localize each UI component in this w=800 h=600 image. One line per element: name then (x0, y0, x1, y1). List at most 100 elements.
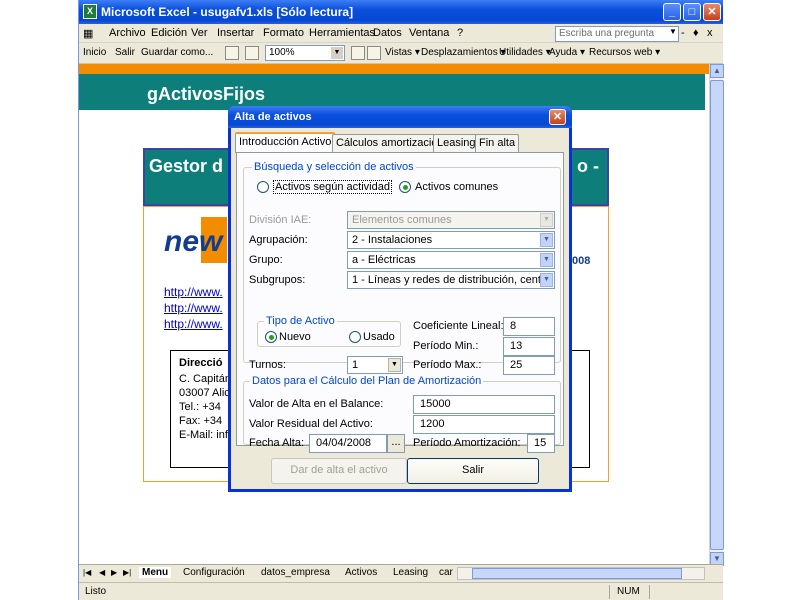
ask-question-input[interactable]: Escriba una pregunta (555, 26, 679, 42)
excel-app-icon[interactable]: X (83, 4, 97, 19)
date-picker-button[interactable]: ... (387, 434, 405, 453)
subgrupos-value: 1 - Líneas y redes de distribución, cent… (352, 274, 545, 286)
sheet-tab-activos[interactable]: Activos (345, 567, 377, 578)
toolbar-ayuda[interactable]: Ayuda ▾ (549, 47, 585, 58)
status-separator (609, 585, 610, 599)
menu-herramientas[interactable]: Herramientas (309, 27, 375, 39)
next-sheet-icon[interactable]: ▶ (111, 568, 117, 577)
grupo-value: a - Eléctricas (352, 254, 416, 266)
scroll-thumb[interactable] (472, 568, 682, 579)
copy-icon[interactable] (225, 46, 239, 60)
web-link[interactable]: http://www. (164, 285, 223, 299)
radio-activos-actividad[interactable] (257, 181, 269, 193)
radio-nuevo[interactable] (265, 331, 277, 343)
tab-introduccion-activo[interactable]: Introducción Activo (235, 132, 336, 153)
salir-button[interactable]: Salir (407, 458, 539, 484)
toolbar-utilidades[interactable]: Utilidades ▾ (499, 47, 551, 58)
menu-edicion[interactable]: Edición (151, 27, 187, 39)
sheet-tab-leasing[interactable]: Leasing (393, 567, 428, 578)
periodo-max-input[interactable]: 25 (503, 356, 555, 375)
doc-restore-button[interactable]: ♦ (693, 27, 699, 39)
title-bar: X Microsoft Excel - usugafv1.xls [Sólo l… (79, 0, 723, 24)
chevron-down-icon: ▼ (540, 253, 553, 267)
address-line: 03007 Alic (179, 387, 230, 399)
chevron-down-icon: ▼ (540, 213, 553, 227)
minimize-button[interactable]: _ (663, 3, 681, 21)
coef-lineal-label: Coeficiente Lineal: (413, 320, 504, 332)
radio-nuevo-label[interactable]: Nuevo (279, 331, 311, 343)
vertical-scrollbar[interactable]: ▲ ▼ (709, 64, 724, 568)
toolbar-desplazamientos[interactable]: Desplazamientos ▾ (421, 47, 506, 58)
radio-usado[interactable] (349, 331, 361, 343)
turnos-select[interactable]: 1 ▼ (347, 356, 403, 374)
dialog-close-button[interactable]: ✕ (549, 109, 566, 125)
web-link[interactable]: http://www. (164, 301, 223, 315)
valor-residual-input[interactable]: 1200 (413, 415, 555, 434)
prev-sheet-icon[interactable]: ◀ (99, 568, 105, 577)
radio-usado-label[interactable]: Usado (363, 331, 395, 343)
toolbar-guardar[interactable]: Guardar como... (141, 47, 213, 58)
sheet-tab-configuracion[interactable]: Configuración (183, 567, 245, 578)
menu-bar: ▦ Archivo Edición Ver Insertar Formato H… (79, 24, 723, 43)
chevron-down-icon: ▼ (540, 233, 553, 247)
window-title: Microsoft Excel - usugafv1.xls [Sólo lec… (101, 5, 354, 19)
doc-icon[interactable]: ▦ (83, 27, 93, 40)
scroll-thumb[interactable] (710, 80, 724, 550)
periodo-amortizacion-input[interactable]: 15 (527, 434, 555, 453)
print-icon[interactable] (367, 46, 381, 60)
toolbar-inicio[interactable]: Inicio (83, 47, 106, 58)
fecha-alta-input[interactable]: 04/04/2008 (309, 434, 387, 453)
agrupacion-select[interactable]: 2 - Instalaciones ▼ (347, 231, 555, 249)
radio-activos-comunes[interactable] (399, 181, 411, 193)
menu-help[interactable]: ? (457, 27, 463, 39)
first-sheet-icon[interactable]: |◀ (83, 568, 91, 577)
menu-insertar[interactable]: Insertar (217, 27, 254, 39)
print-preview-icon[interactable] (351, 46, 365, 60)
zoom-value: 100% (269, 47, 295, 58)
menu-formato[interactable]: Formato (263, 27, 304, 39)
dar-de-alta-button[interactable]: Dar de alta el activo (271, 458, 407, 484)
status-text: Listo (85, 586, 107, 597)
menu-datos[interactable]: Datos (373, 27, 402, 39)
sheet-tab-datos-empresa[interactable]: datos_empresa (261, 567, 330, 578)
ask-dropdown-icon[interactable]: ▼ (669, 27, 677, 36)
sheet-tab-car[interactable]: car (439, 567, 453, 578)
periodo-max-label: Período Max.: (413, 359, 482, 371)
division-label: División IAE: (249, 214, 312, 226)
scroll-up-icon[interactable]: ▲ (710, 64, 724, 78)
status-separator (649, 585, 650, 599)
menu-archivo[interactable]: Archivo (109, 27, 146, 39)
sheet-tab-menu[interactable]: Menu (139, 567, 172, 578)
coef-lineal-input[interactable]: 8 (503, 317, 555, 336)
maximize-button[interactable]: □ (683, 3, 701, 21)
address-line: Fax: +34 (179, 415, 223, 427)
toolbar: Inicio Salir Guardar como... 100% ▼ Vist… (79, 43, 723, 64)
doc-minimize-button[interactable]: - (681, 27, 685, 39)
toolbar-salir[interactable]: Salir (115, 47, 135, 58)
busqueda-legend: Búsqueda y selección de activos (252, 161, 416, 173)
horizontal-scrollbar[interactable] (457, 567, 705, 580)
orange-header-bar (79, 64, 709, 74)
paste-icon[interactable] (245, 46, 259, 60)
valor-alta-input[interactable]: 15000 (413, 395, 555, 414)
menu-ver[interactable]: Ver (191, 27, 208, 39)
radio-activos-comunes-label[interactable]: Activos comunes (415, 181, 498, 193)
web-link[interactable]: http://www. (164, 317, 223, 331)
subgrupos-select[interactable]: 1 - Líneas y redes de distribución, cent… (347, 271, 555, 289)
radio-activos-actividad-label[interactable]: Activos según actividad (273, 180, 392, 194)
tab-calculos-amortizacion[interactable]: Cálculos amortización (332, 134, 448, 152)
division-select[interactable]: Elementos comunes ▼ (347, 211, 555, 229)
subgrupos-label: Subgrupos: (249, 274, 306, 286)
grupo-select[interactable]: a - Eléctricas ▼ (347, 251, 555, 269)
close-button[interactable]: ✕ (703, 3, 721, 21)
tab-leasing[interactable]: Leasing (433, 134, 480, 152)
menu-ventana[interactable]: Ventana (409, 27, 449, 39)
toolbar-vistas[interactable]: Vistas ▾ (385, 47, 420, 58)
zoom-select[interactable]: 100% ▼ (265, 45, 345, 61)
tab-fin-alta[interactable]: Fin alta (475, 134, 520, 152)
gestor-title-suffix: o - (577, 156, 599, 176)
doc-close-button[interactable]: x (707, 27, 713, 39)
last-sheet-icon[interactable]: ▶| (123, 568, 131, 577)
periodo-min-input[interactable]: 13 (503, 337, 555, 356)
toolbar-recursos-web[interactable]: Recursos web ▾ (589, 47, 660, 58)
